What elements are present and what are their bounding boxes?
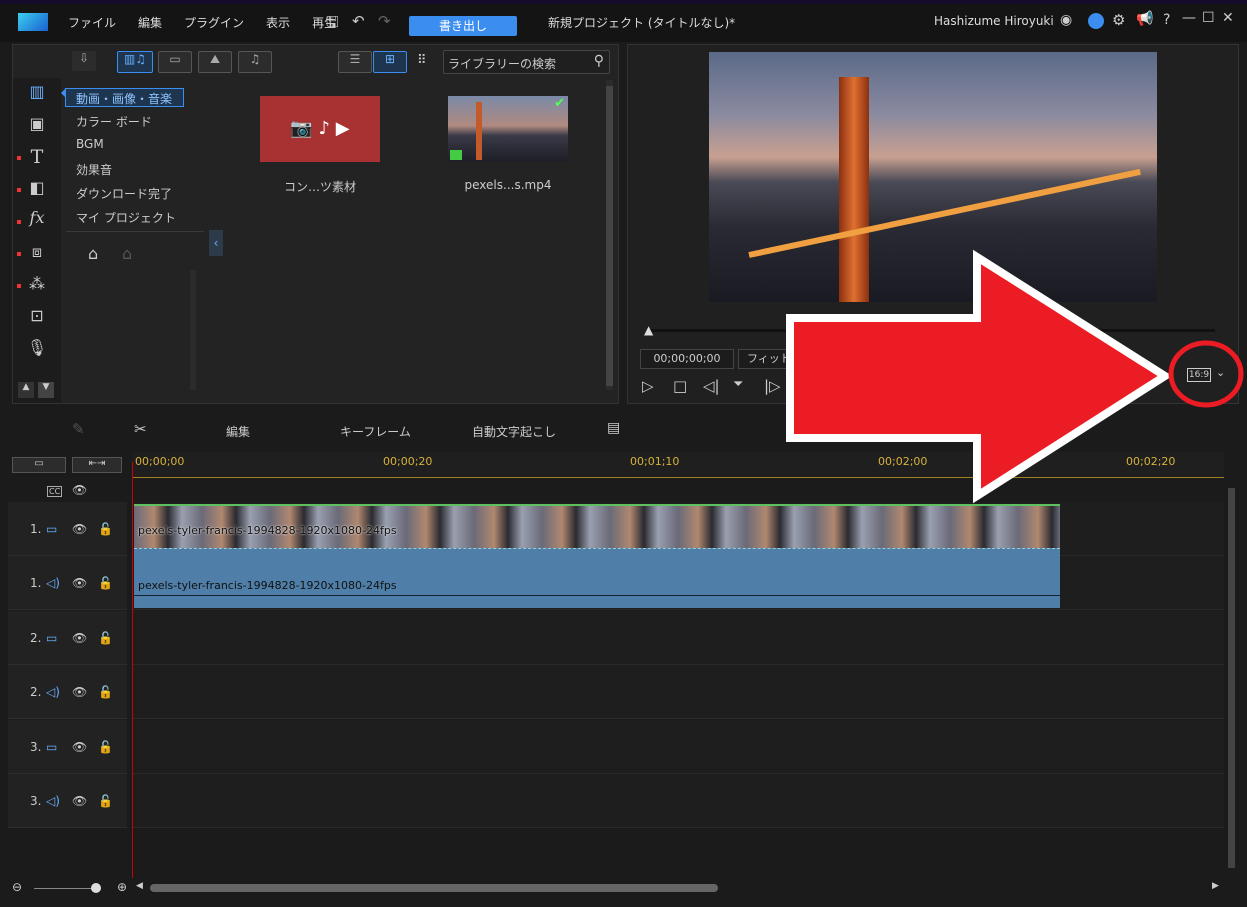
annotation-circle <box>1168 340 1244 408</box>
annotation-overlay <box>786 249 1244 504</box>
annotation-arrow <box>786 249 1173 504</box>
